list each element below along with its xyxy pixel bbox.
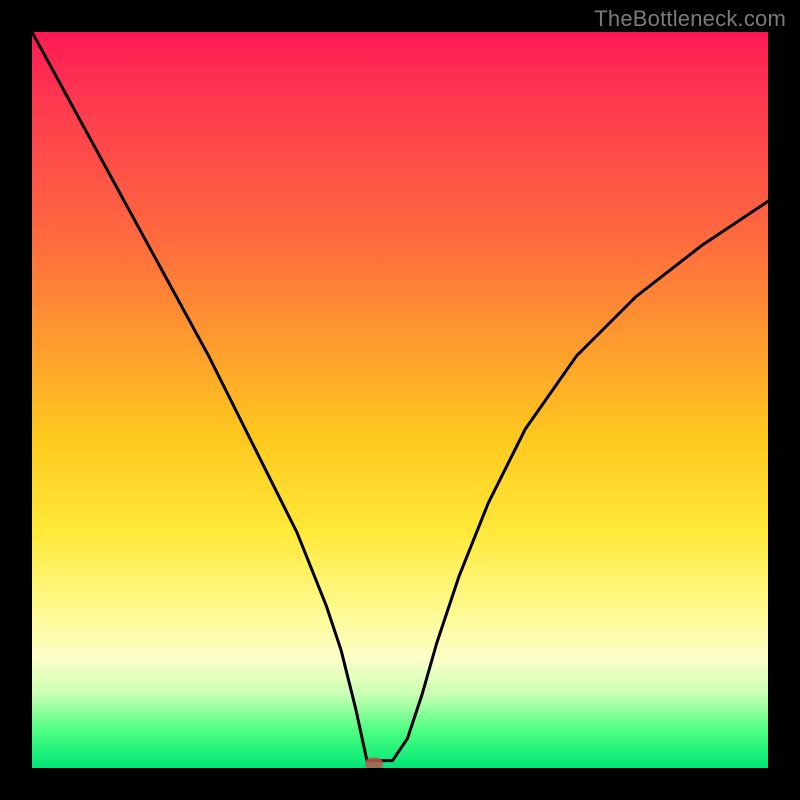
curve-layer (32, 32, 768, 768)
bottleneck-curve (32, 32, 768, 761)
watermark-text: TheBottleneck.com (594, 6, 786, 32)
optimum-marker (365, 757, 383, 768)
chart-frame: TheBottleneck.com (0, 0, 800, 800)
plot-area (32, 32, 768, 768)
